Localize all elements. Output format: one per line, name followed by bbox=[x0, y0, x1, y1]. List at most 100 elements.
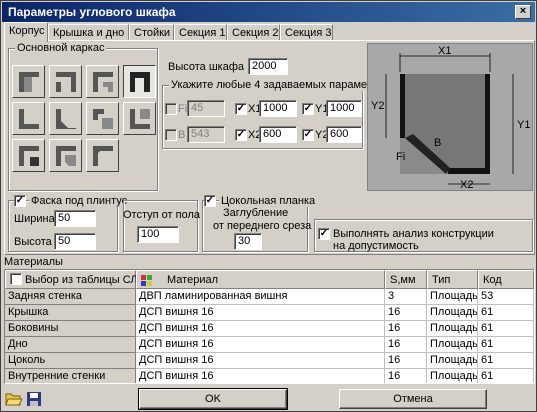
preview-y2-label: Y2 bbox=[371, 100, 384, 112]
cabinet-height-label: Высота шкафа bbox=[168, 61, 244, 73]
frame-shape-8-icon bbox=[130, 109, 150, 129]
row-type: Площадь bbox=[427, 353, 478, 369]
header-material[interactable]: Материал bbox=[136, 270, 385, 289]
row-material[interactable]: ДСП вишня 16 bbox=[136, 321, 385, 337]
frame-shape-10-button[interactable] bbox=[49, 139, 82, 172]
material-library-icon[interactable] bbox=[141, 274, 153, 286]
table-row[interactable]: Внутренние стенки ДСП вишня 16 16 Площад… bbox=[5, 369, 534, 383]
analysis-checkbox[interactable]: ✓ bbox=[318, 228, 330, 240]
y1-checkbox[interactable]: ✓ bbox=[302, 103, 314, 115]
base-bar-checkbox[interactable]: ✓ bbox=[204, 195, 216, 207]
preview-x1-label: X1 bbox=[438, 45, 451, 57]
frame-shape-7-icon bbox=[93, 109, 113, 129]
frame-shape-3-button[interactable] bbox=[86, 65, 119, 98]
header-pick-from-table: Выбор из таблицы СЛКМ bbox=[5, 270, 153, 289]
table-row[interactable]: Задняя стенка ДВП ламинированная вишня 3… bbox=[5, 289, 534, 305]
x2-input[interactable]: 600 bbox=[259, 126, 297, 143]
dialog-window: Параметры углового шкафа × Корпус Крышка… bbox=[0, 0, 537, 412]
materials-section-label: Материалы bbox=[4, 256, 63, 268]
row-thickness: 16 bbox=[385, 353, 427, 369]
tab-posts[interactable]: Стойки bbox=[129, 24, 174, 41]
params-hint: Укажите любые 4 задаваемых параметра bbox=[169, 79, 387, 91]
header-material-label: Материал bbox=[167, 274, 218, 286]
cancel-button[interactable]: Отмена bbox=[339, 389, 487, 409]
header-pick-label: Выбор из таблицы СЛКМ bbox=[25, 274, 154, 286]
frame-shape-10-icon bbox=[56, 146, 76, 166]
fi-checkbox[interactable] bbox=[165, 103, 177, 115]
frame-shape-8-button[interactable] bbox=[123, 102, 156, 135]
close-button[interactable]: × bbox=[515, 5, 531, 19]
y2-checkbox[interactable]: ✓ bbox=[302, 129, 314, 141]
frame-shape-6-icon bbox=[56, 109, 76, 129]
row-code: 61 bbox=[478, 353, 534, 369]
preview-fi-label: Fi bbox=[396, 151, 405, 163]
row-material[interactable]: ДВП ламинированная вишня bbox=[136, 289, 385, 305]
pick-from-table-checkbox[interactable] bbox=[10, 273, 22, 286]
materials-table: Выбор из таблицы СЛКМ Материал S,мм Тип … bbox=[4, 269, 535, 384]
row-part-name: Дно bbox=[5, 337, 136, 353]
floppy-disk-icon[interactable] bbox=[25, 390, 43, 408]
plinth-height-label: Высота bbox=[14, 236, 52, 248]
frame-shape-6-button[interactable] bbox=[49, 102, 82, 135]
frame-shape-4-button[interactable] bbox=[123, 65, 156, 98]
header-type[interactable]: Тип bbox=[427, 270, 478, 289]
folder-open-icon[interactable] bbox=[5, 390, 23, 408]
row-code: 61 bbox=[478, 305, 534, 321]
plinth-width-label: Ширина bbox=[14, 213, 55, 225]
plinth-height-input[interactable]: 50 bbox=[54, 233, 96, 250]
tab-top-bottom[interactable]: Крышка и дно bbox=[48, 24, 129, 41]
tab-panel-body: Основной каркас Высота шкафа 2000 Укажит… bbox=[4, 40, 535, 255]
plinth-label: Фаска под плинтус bbox=[29, 195, 130, 207]
frame-shape-11-icon bbox=[93, 146, 113, 166]
analysis-label-2: на допустимость bbox=[333, 240, 419, 252]
row-material[interactable]: ДСП вишня 16 bbox=[136, 353, 385, 369]
tab-section-2[interactable]: Секция 2 bbox=[227, 24, 280, 41]
row-type: Площадь bbox=[427, 337, 478, 353]
plinth-width-input[interactable]: 50 bbox=[54, 210, 96, 227]
preview-x2-label: X2 bbox=[460, 179, 473, 190]
frame-shape-1-button[interactable] bbox=[12, 65, 45, 98]
fi-input[interactable]: 45 bbox=[187, 100, 225, 117]
table-row[interactable]: Дно ДСП вишня 16 16 Площадь 61 bbox=[5, 337, 534, 353]
b-input[interactable]: 543 bbox=[187, 126, 225, 143]
frame-shape-2-icon bbox=[56, 72, 76, 92]
row-material[interactable]: ДСП вишня 16 bbox=[136, 305, 385, 321]
header-thickness[interactable]: S,мм bbox=[385, 270, 427, 289]
x2-checkbox[interactable]: ✓ bbox=[235, 129, 247, 141]
x1-input[interactable]: 1000 bbox=[259, 100, 297, 117]
row-part-name: Боковины bbox=[5, 321, 136, 337]
x1-checkbox[interactable]: ✓ bbox=[235, 103, 247, 115]
frame-shape-9-button[interactable] bbox=[12, 139, 45, 172]
frame-shape-7-button[interactable] bbox=[86, 102, 119, 135]
base-bar-depth-label-1: Заглубление bbox=[223, 207, 289, 219]
cabinet-height-input[interactable]: 2000 bbox=[248, 58, 288, 75]
row-material[interactable]: ДСП вишня 16 bbox=[136, 337, 385, 353]
frame-shape-3-icon bbox=[93, 72, 113, 92]
base-bar-depth-label-2: от переднего среза bbox=[213, 220, 312, 232]
b-checkbox[interactable] bbox=[165, 129, 177, 141]
table-row[interactable]: Боковины ДСП вишня 16 16 Площадь 61 bbox=[5, 321, 534, 337]
row-part-name: Внутренние стенки bbox=[5, 369, 136, 383]
row-part-name: Задняя стенка bbox=[5, 289, 136, 305]
frame-shape-5-button[interactable] bbox=[12, 102, 45, 135]
row-thickness: 16 bbox=[385, 369, 427, 383]
row-thickness: 16 bbox=[385, 337, 427, 353]
plinth-checkbox[interactable]: ✓ bbox=[14, 195, 26, 207]
tab-section-1[interactable]: Секция 1 bbox=[174, 24, 227, 41]
base-bar-depth-input[interactable]: 30 bbox=[234, 233, 262, 250]
frame-shape-2-button[interactable] bbox=[49, 65, 82, 98]
frame-shape-11-button[interactable] bbox=[86, 139, 119, 172]
header-code[interactable]: Код bbox=[478, 270, 534, 289]
table-row[interactable]: Цоколь ДСП вишня 16 16 Площадь 61 bbox=[5, 353, 534, 369]
tab-section-3[interactable]: Секция 3 bbox=[280, 24, 333, 41]
y1-input[interactable]: 1000 bbox=[326, 100, 362, 117]
floor-offset-input[interactable]: 100 bbox=[137, 226, 179, 243]
row-thickness: 16 bbox=[385, 305, 427, 321]
row-code: 61 bbox=[478, 337, 534, 353]
table-row[interactable]: Крышка ДСП вишня 16 16 Площадь 61 bbox=[5, 305, 534, 321]
ok-button[interactable]: OK bbox=[138, 388, 288, 410]
tab-body[interactable]: Корпус bbox=[4, 22, 48, 42]
analysis-label-1: Выполнять анализ конструкции bbox=[333, 228, 494, 240]
y2-input[interactable]: 600 bbox=[326, 126, 362, 143]
row-material[interactable]: ДСП вишня 16 bbox=[136, 369, 385, 383]
